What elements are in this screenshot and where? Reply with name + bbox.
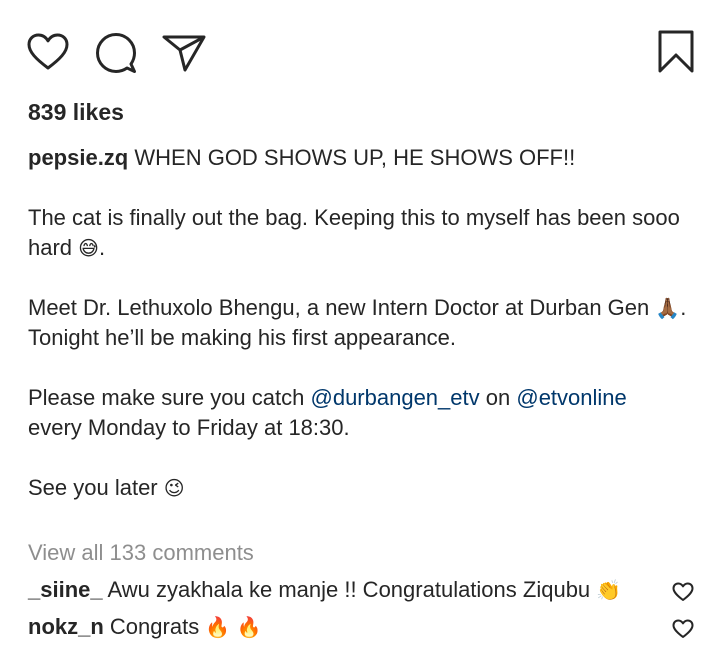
mention-etvonline[interactable]: @etvonline [516,385,626,410]
comment-heart-icon[interactable] [672,582,694,607]
caption-line-1: The cat is finally out the bag. Keeping … [28,205,680,260]
comment-heart-icon[interactable] [672,619,694,644]
caption-paragraph-2: Meet Dr. Lethuxolo Bhengu, a new Intern … [28,295,687,320]
likes-count[interactable]: 839 likes [28,99,124,126]
paper-plane-icon[interactable] [161,32,207,74]
caption-headline: WHEN GOD SHOWS UP, HE SHOWS OFF!! [134,145,576,170]
comment-username[interactable]: _siine_ [28,577,103,602]
caption-line-4-prefix: Please make sure you catch [28,385,305,410]
bookmark-icon[interactable] [656,29,696,75]
caption-line-3: Tonight he’ll be making his first appear… [28,325,457,350]
caption-line-2: Meet Dr. Lethuxolo Bhengu, a new Intern … [28,295,650,320]
sweat-smile-emoji: 😅 [78,236,100,260]
post-caption: pepsie.zq WHEN GOD SHOWS UP, HE SHOWS OF… [28,143,698,503]
comment-text: Awu zyakhala ke manje !! Congratulations… [107,577,591,602]
caption-username[interactable]: pepsie.zq [28,145,128,170]
clapping-hands-emoji: 👏 [596,578,622,602]
caption-line-6: See you later [28,475,158,500]
caption-line-5: every Monday to Friday at 18:30. [28,415,350,440]
fire-emoji: 🔥 🔥 [205,615,262,639]
post-action-bar [0,28,720,76]
comment-bubble-icon[interactable] [94,31,138,75]
heart-icon[interactable] [26,32,70,72]
caption-paragraph-6: See you later 😉 [28,473,698,503]
caption-headline-line: pepsie.zq WHEN GOD SHOWS UP, HE SHOWS OF… [28,143,698,173]
comment-username[interactable]: nokz_n [28,614,104,639]
wink-emoji: 😉 [163,476,185,500]
comment-row: _siine_ Awu zyakhala ke manje !! Congrat… [28,577,718,603]
caption-paragraph-4: Please make sure you catch @durbangen_et… [28,383,698,413]
comment-row: nokz_n Congrats 🔥 🔥 [28,614,718,640]
caption-paragraph-1: The cat is finally out the bag. Keeping … [28,205,680,260]
folded-hands-emoji: 🙏🏾 [655,296,681,320]
caption-line-4-mid: on [485,385,511,410]
mention-durbangen-etv[interactable]: @durbangen_etv [311,385,480,410]
view-all-comments-link[interactable]: View all 133 comments [28,540,254,566]
comment-text: Congrats [109,614,200,639]
